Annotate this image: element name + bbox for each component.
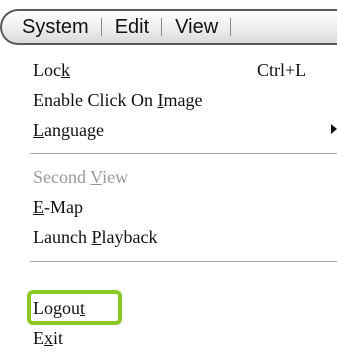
menu-item-logout[interactable]: Logout bbox=[33, 296, 85, 320]
menu-system[interactable]: System bbox=[2, 11, 102, 43]
menu-item-launch-playback[interactable]: Launch Playback bbox=[33, 225, 157, 249]
menu-item-e-map[interactable]: E-Map bbox=[33, 195, 83, 219]
menu-separator bbox=[30, 153, 337, 155]
system-dropdown-menu: Lock Ctrl+L Enable Click On Image Langua… bbox=[0, 45, 337, 356]
lock-shortcut: Ctrl+L bbox=[257, 60, 307, 80]
menu-view[interactable]: View bbox=[162, 11, 232, 43]
menu-item-language[interactable]: Language bbox=[33, 118, 104, 142]
menu-bar: System Edit View bbox=[0, 9, 337, 45]
menu-item-enable-click-on-image[interactable]: Enable Click On Image bbox=[33, 88, 202, 112]
submenu-arrow-icon bbox=[331, 124, 337, 134]
menu-edit[interactable]: Edit bbox=[102, 11, 163, 43]
menu-item-lock[interactable]: Lock bbox=[33, 58, 70, 82]
menu-item-exit[interactable]: Exit bbox=[33, 326, 63, 350]
menu-separator bbox=[30, 261, 337, 263]
menu-item-second-view: Second View bbox=[33, 167, 129, 187]
